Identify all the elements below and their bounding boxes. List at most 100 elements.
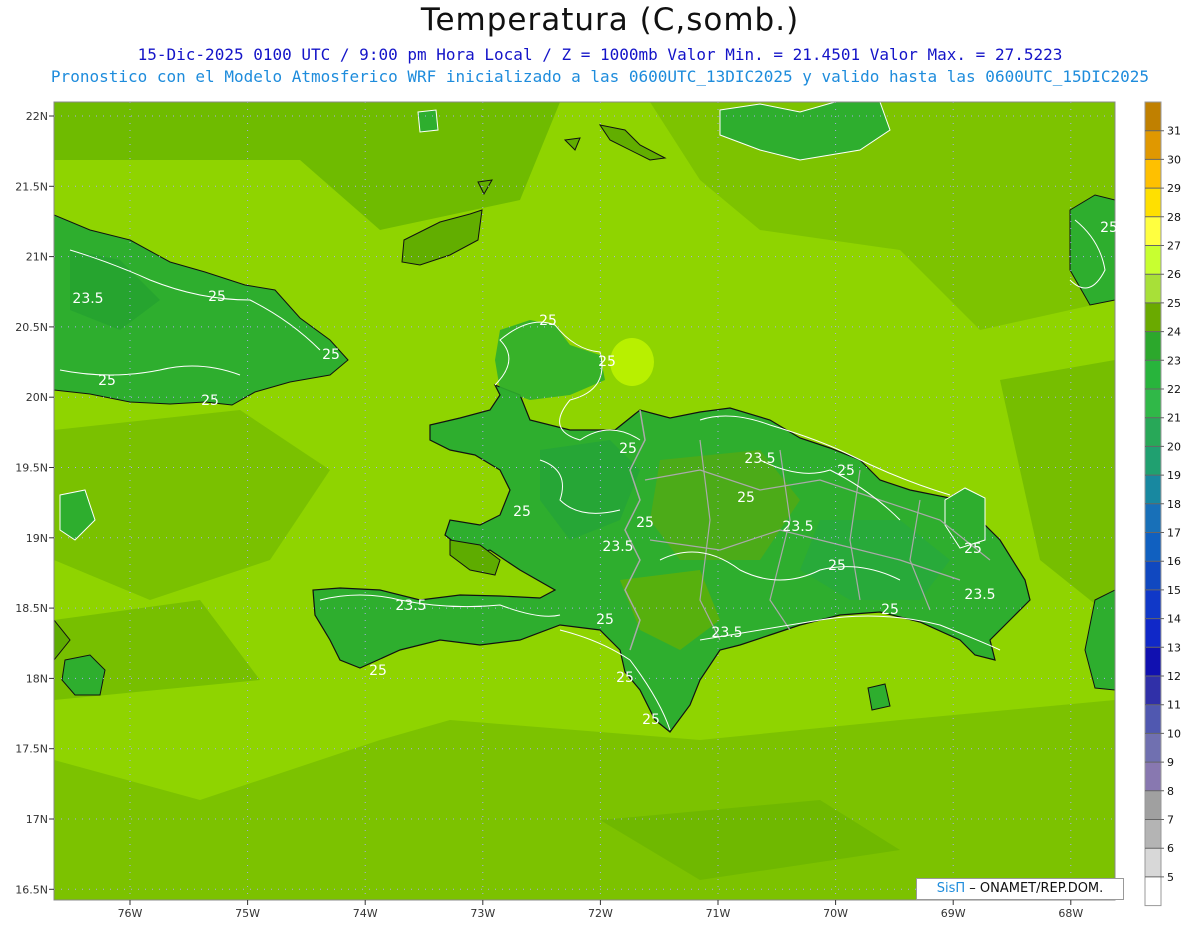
lon-tick-label: 74W bbox=[353, 907, 378, 920]
lon-tick-label: 76W bbox=[118, 907, 143, 920]
colorbar-swatch bbox=[1145, 790, 1161, 820]
warm-patch-small bbox=[417, 109, 439, 133]
colorbar-swatch bbox=[1145, 589, 1161, 619]
contour-label: 25 bbox=[616, 670, 634, 686]
lon-tick-label: 69W bbox=[941, 907, 966, 920]
contour-label: 25 bbox=[369, 663, 387, 679]
colorbar-swatch bbox=[1145, 618, 1161, 648]
colorbar-swatch bbox=[1145, 389, 1161, 418]
lat-tick-label: 20N bbox=[26, 391, 48, 404]
colorbar-label: 11 bbox=[1167, 699, 1181, 712]
colorbar-label: 9 bbox=[1167, 756, 1174, 769]
colorbar-swatch bbox=[1145, 446, 1161, 476]
contour-label: 25 bbox=[596, 612, 614, 628]
colorbar-label: 6 bbox=[1167, 842, 1174, 855]
colorbar-label: 25 bbox=[1167, 297, 1181, 310]
colorbar-swatch bbox=[1145, 475, 1161, 504]
colorbar-label: 13 bbox=[1167, 641, 1181, 654]
lat-tick-label: 21N bbox=[26, 251, 48, 264]
colorbar-label: 24 bbox=[1167, 326, 1181, 339]
colorbar-swatch bbox=[1145, 561, 1161, 590]
contour-label: 25 bbox=[636, 515, 654, 531]
contour-label: 25 bbox=[322, 347, 340, 363]
contour-label: 25 bbox=[964, 541, 982, 557]
lon-tick-label: 68W bbox=[1058, 907, 1083, 920]
lat-tick-label: 17N bbox=[26, 813, 48, 826]
colorbar-label: 10 bbox=[1167, 727, 1181, 740]
lon-tick-label: 71W bbox=[706, 907, 731, 920]
colorbar-swatch bbox=[1145, 302, 1161, 332]
colorbar-swatch bbox=[1145, 360, 1161, 389]
colorbar-label: 19 bbox=[1167, 469, 1181, 482]
lat-tick-label: 16.5N bbox=[15, 883, 48, 896]
contour-label: 25 bbox=[208, 289, 226, 305]
colorbar-swatch bbox=[1145, 102, 1161, 131]
contour-label: 25 bbox=[828, 558, 846, 574]
longitude-axis: 76W 75W 74W 73W 72W 71W 70W 69W 68W bbox=[118, 900, 1083, 920]
contour-label: 25 bbox=[642, 712, 660, 728]
lon-tick-label: 72W bbox=[588, 907, 613, 920]
colorbar-swatch bbox=[1145, 130, 1161, 160]
colorbar-label: 5 bbox=[1167, 871, 1174, 884]
colorbar-label: 8 bbox=[1167, 785, 1174, 798]
colorbar-label: 23 bbox=[1167, 354, 1181, 367]
temperature-map: 22N 21.5N 21N 20.5N 20N 19.5N 19N 18.5N 18N 17.5N… bbox=[15, 101, 1181, 920]
colorbar-swatch bbox=[1145, 331, 1161, 361]
colorbar-swatch bbox=[1145, 876, 1161, 906]
contour-label: 23.5 bbox=[711, 625, 742, 641]
lat-tick-label: 18N bbox=[26, 672, 48, 685]
lat-tick-label: 20.5N bbox=[15, 321, 48, 334]
colorbar-label: 7 bbox=[1167, 814, 1174, 827]
contour-label: 25 bbox=[513, 504, 531, 520]
contour-label: 25 bbox=[881, 602, 899, 618]
colorbar-label: 21 bbox=[1167, 412, 1181, 425]
colorbar-label: 17 bbox=[1167, 527, 1181, 540]
contour-label: 23.5 bbox=[72, 291, 103, 307]
colorbar-swatch bbox=[1145, 704, 1161, 734]
colorbar-swatch bbox=[1145, 647, 1161, 676]
contour-label: 23.5 bbox=[964, 587, 995, 603]
lat-tick-label: 17.5N bbox=[15, 743, 48, 756]
lat-tick-label: 21.5N bbox=[15, 180, 48, 193]
contour-label: 25 bbox=[737, 490, 755, 506]
colorbar-label: 31 bbox=[1167, 125, 1181, 138]
colorbar-swatch bbox=[1145, 245, 1161, 275]
credit-brand: SisΠ bbox=[936, 881, 966, 896]
colorbar-label: 12 bbox=[1167, 670, 1181, 683]
colorbar-swatch bbox=[1145, 503, 1161, 533]
colorbar-label: 27 bbox=[1167, 240, 1181, 253]
colorbar-swatch bbox=[1145, 676, 1161, 705]
lon-tick-label: 75W bbox=[235, 907, 260, 920]
colorbar-label: 28 bbox=[1167, 211, 1181, 224]
contour-label: 23.5 bbox=[602, 539, 633, 555]
credit-text: – ONAMET/REP.DOM. bbox=[969, 881, 1104, 896]
colorbar-swatch bbox=[1145, 762, 1161, 791]
colorbar-swatch bbox=[1145, 274, 1161, 303]
latitude-axis: 22N 21.5N 21N 20.5N 20N 19.5N 19N 18.5N 18N 17.5N… bbox=[15, 110, 54, 896]
contour-label: 25 bbox=[619, 441, 637, 457]
contour-label: 25 bbox=[598, 354, 616, 370]
contour-label: 23.5 bbox=[395, 598, 426, 614]
colorbar-swatch bbox=[1145, 159, 1161, 189]
contour-label: 25 bbox=[201, 393, 219, 409]
lat-tick-label: 19N bbox=[26, 532, 48, 545]
contour-label: 25 bbox=[98, 373, 116, 389]
warm-spot bbox=[610, 338, 654, 386]
colorbar-swatch bbox=[1145, 733, 1161, 763]
credit-box: SisΠ – ONAMET/REP.DOM. bbox=[916, 878, 1124, 900]
lat-tick-label: 22N bbox=[26, 110, 48, 123]
lon-tick-label: 70W bbox=[823, 907, 848, 920]
lat-tick-label: 19.5N bbox=[15, 462, 48, 475]
contour-label: 23.5 bbox=[782, 519, 813, 535]
colorbar-swatch bbox=[1145, 819, 1161, 849]
colorbar-label: 26 bbox=[1167, 268, 1181, 281]
colorbar-label: 20 bbox=[1167, 440, 1181, 453]
colorbar-label: 18 bbox=[1167, 498, 1181, 511]
colorbar-swatch bbox=[1145, 417, 1161, 447]
contour-label: 25 bbox=[837, 463, 855, 479]
contour-label: 25 bbox=[1100, 220, 1118, 236]
lon-tick-label: 73W bbox=[470, 907, 495, 920]
lat-tick-label: 18.5N bbox=[15, 602, 48, 615]
colorbar-label: 16 bbox=[1167, 555, 1181, 568]
colorbar-swatch bbox=[1145, 188, 1161, 217]
